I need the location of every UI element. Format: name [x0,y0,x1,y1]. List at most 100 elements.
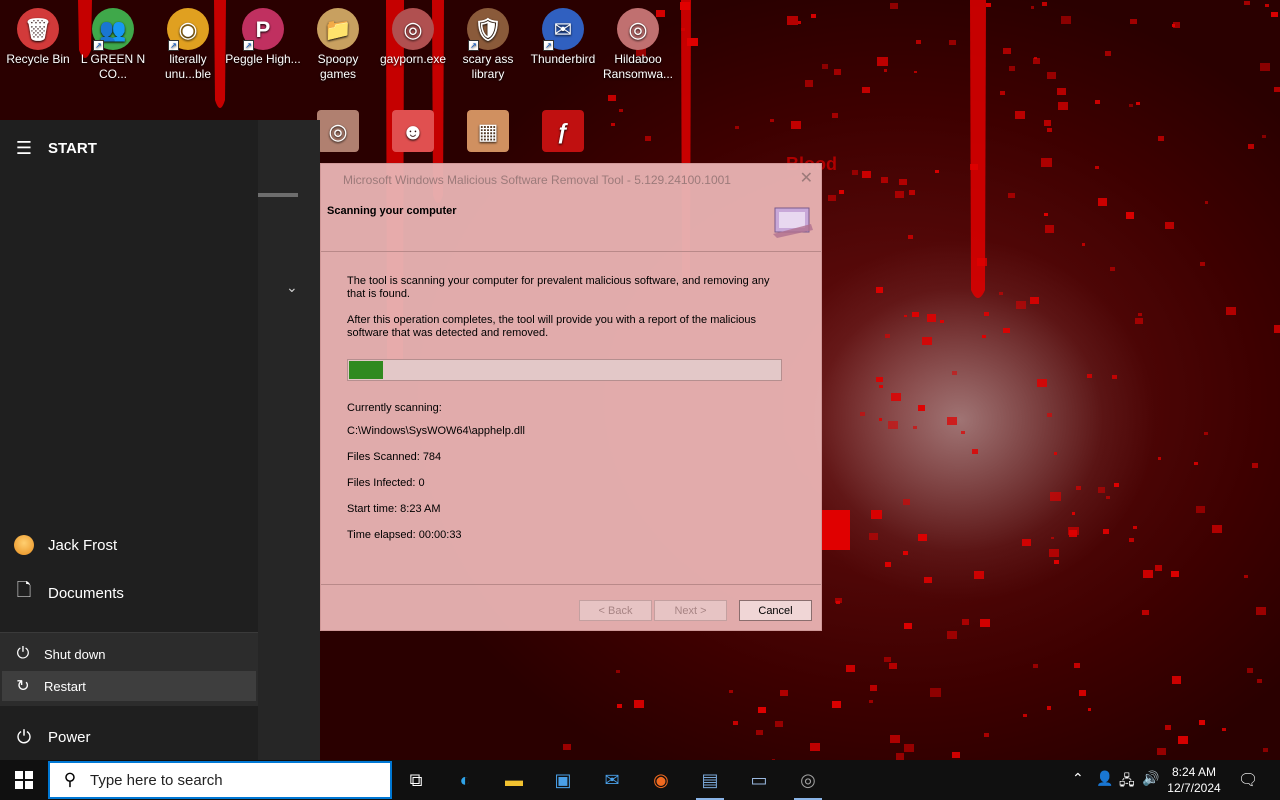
restart-button[interactable]: ↻ Restart [2,671,256,701]
firefox-icon[interactable]: ◉ [637,760,685,800]
desktop-icon-label: Spoopy games [317,52,359,81]
power-icon: ⏻ [16,645,30,662]
close-icon[interactable]: ✕ [800,168,813,188]
shortcut-arrow-icon: ↗ [243,40,254,51]
search-icon: ⚲ [63,770,77,789]
power-icon: ⏻ [16,726,32,747]
computer-icon[interactable]: ▭ [735,760,783,800]
shortcut-arrow-icon: ↗ [468,40,479,51]
desktop-icon[interactable]: ƒ [525,102,601,154]
start-menu: ⌄ ☰ START Jack Frost 🗋 Documents ⏻ Shut … [0,120,320,760]
current-file-path: C:\Windows\SysWOW64\apphelp.dll [347,425,525,437]
desktop-icon-label: Peggle High... [225,52,301,66]
desktop-icon-label: gayporn.exe [379,52,447,66]
start-rail: ☰ START Jack Frost 🗋 Documents ⏻ Shut do… [0,120,258,760]
clock-time: 8:24 AM [1171,765,1217,779]
desktop-icon[interactable]: 🛡 ↗ scary ass library [450,0,526,82]
documents-button[interactable]: 🗋 Documents [0,578,258,608]
desktop-icon-label: Thunderbird [530,52,596,66]
desktop-icon[interactable]: P ↗ Peggle High... [225,0,301,67]
next-button[interactable]: Next > [654,600,727,621]
mail-icon[interactable]: ✉ [588,760,636,800]
start-tiles-area [258,120,320,760]
restart-label: Restart [44,678,86,694]
desktop-icon[interactable]: ◉ ↗ literally unu...ble [150,0,226,82]
desktop-icon-label: Hildaboo Ransomwa... [602,52,674,81]
chevron-up-icon[interactable]: ⌃ [1072,770,1084,787]
desktop-app-icon: ▦ [467,110,509,152]
scan-progress-fill [349,361,383,379]
cancel-button[interactable]: Cancel [739,600,812,621]
dialog-titlebar[interactable]: Microsoft Windows Malicious Software Rem… [321,164,821,194]
taskbar: ⚲ ⧉◐▬▣✉◉▤▭◎ ⌃ 👤 🖧 🔊 8:24 AM 12/7/2024 🗨 [0,760,1280,800]
start-time: Start time: 8:23 AM [347,503,441,515]
start-scrollbar[interactable] [256,193,298,197]
network-icon[interactable]: 🖧 [1119,770,1135,794]
desktop-app-icon: ◎ [392,8,434,50]
shortcut-arrow-icon: ↗ [168,40,179,51]
dialog-heading: Scanning your computer [327,205,457,217]
shutdown-button[interactable]: ⏻ Shut down [2,639,256,669]
user-name: Jack Frost [48,536,118,554]
windows-logo-icon [15,771,33,789]
desktop-icon-label: Recycle Bin [6,52,70,66]
start-button[interactable] [0,760,48,800]
clock-date: 12/7/2024 [1167,781,1221,795]
desktop-app-icon: ◎ [617,8,659,50]
volume-icon[interactable]: 🔊 [1142,770,1159,787]
restart-icon: ↻ [16,678,30,695]
time-elapsed: Time elapsed: 00:00:33 [347,529,462,541]
desktop-icon-label: literally unu...ble [164,52,212,81]
people-tray-icon[interactable]: 👤 [1096,770,1113,787]
desktop-app-icon: ƒ [542,110,584,152]
mrt-logo-icon [773,207,813,238]
desktop-icon[interactable]: 📁 Spoopy games [300,0,376,82]
document-icon: 🗋 [16,580,32,600]
desktop-app-icon: 📁 [317,8,359,50]
desktop-icon[interactable]: ◎ Hildaboo Ransomwa... [600,0,676,82]
mrt-dialog: Microsoft Windows Malicious Software Rem… [320,163,822,631]
chevron-down-icon[interactable]: ⌄ [286,279,298,296]
notifications-icon[interactable]: 🗨 [1238,770,1258,790]
desktop-icon[interactable]: 👥 ↗ L GREEN N CO... [75,0,151,82]
scan-progress-bar [347,359,782,381]
globe-app-icon[interactable]: ◎ [784,760,832,800]
power-label: Power [48,728,91,746]
dialog-report-note: After this operation completes, the tool… [347,314,757,339]
desktop-app-icon: ☻ [392,110,434,152]
power-flyout: ⏻ Shut down ↻ Restart [0,632,258,706]
desktop-icon[interactable]: ◎ gayporn.exe [375,0,451,67]
desktop-icon[interactable]: ☻ [375,102,451,154]
desktop-icon[interactable]: ✉ ↗ Thunderbird [525,0,601,67]
mrt-tool-icon[interactable]: ▤ [686,760,734,800]
task-view-icon[interactable]: ⧉ [392,760,440,800]
desktop-app-icon: 🗑 [17,8,59,50]
desktop-app-icon: ◎ [317,110,359,152]
back-button[interactable]: < Back [579,600,652,621]
shutdown-label: Shut down [44,646,106,662]
documents-label: Documents [48,584,124,602]
files-scanned: Files Scanned: 784 [347,451,442,463]
hamburger-icon[interactable]: ☰ [0,138,48,159]
start-header[interactable]: ☰ START [0,136,258,160]
taskbar-search[interactable]: ⚲ [48,761,392,799]
clock[interactable]: 8:24 AM 12/7/2024 [1160,764,1228,796]
dialog-description: The tool is scanning your computer for p… [347,275,770,300]
dialog-separator [321,251,821,252]
shortcut-arrow-icon: ↗ [543,40,554,51]
desktop-icon-label: scary ass library [462,52,514,81]
dialog-title: Microsoft Windows Malicious Software Rem… [343,173,731,187]
file-explorer-icon[interactable]: ▬ [490,760,538,800]
user-account-button[interactable]: Jack Frost [0,530,258,560]
shortcut-arrow-icon: ↗ [93,40,104,51]
dialog-separator-bottom [321,584,821,585]
user-avatar-icon [0,535,48,555]
store-icon[interactable]: ▣ [539,760,587,800]
power-button[interactable]: ⏻ Power [0,722,258,752]
edge-icon[interactable]: ◐ [441,760,489,800]
desktop-icon[interactable]: 🗑 Recycle Bin [0,0,76,67]
files-infected: Files Infected: 0 [347,477,425,489]
search-input[interactable] [90,771,370,789]
desktop-icon[interactable]: ▦ [450,102,526,154]
currently-scanning-label: Currently scanning: [347,402,442,414]
